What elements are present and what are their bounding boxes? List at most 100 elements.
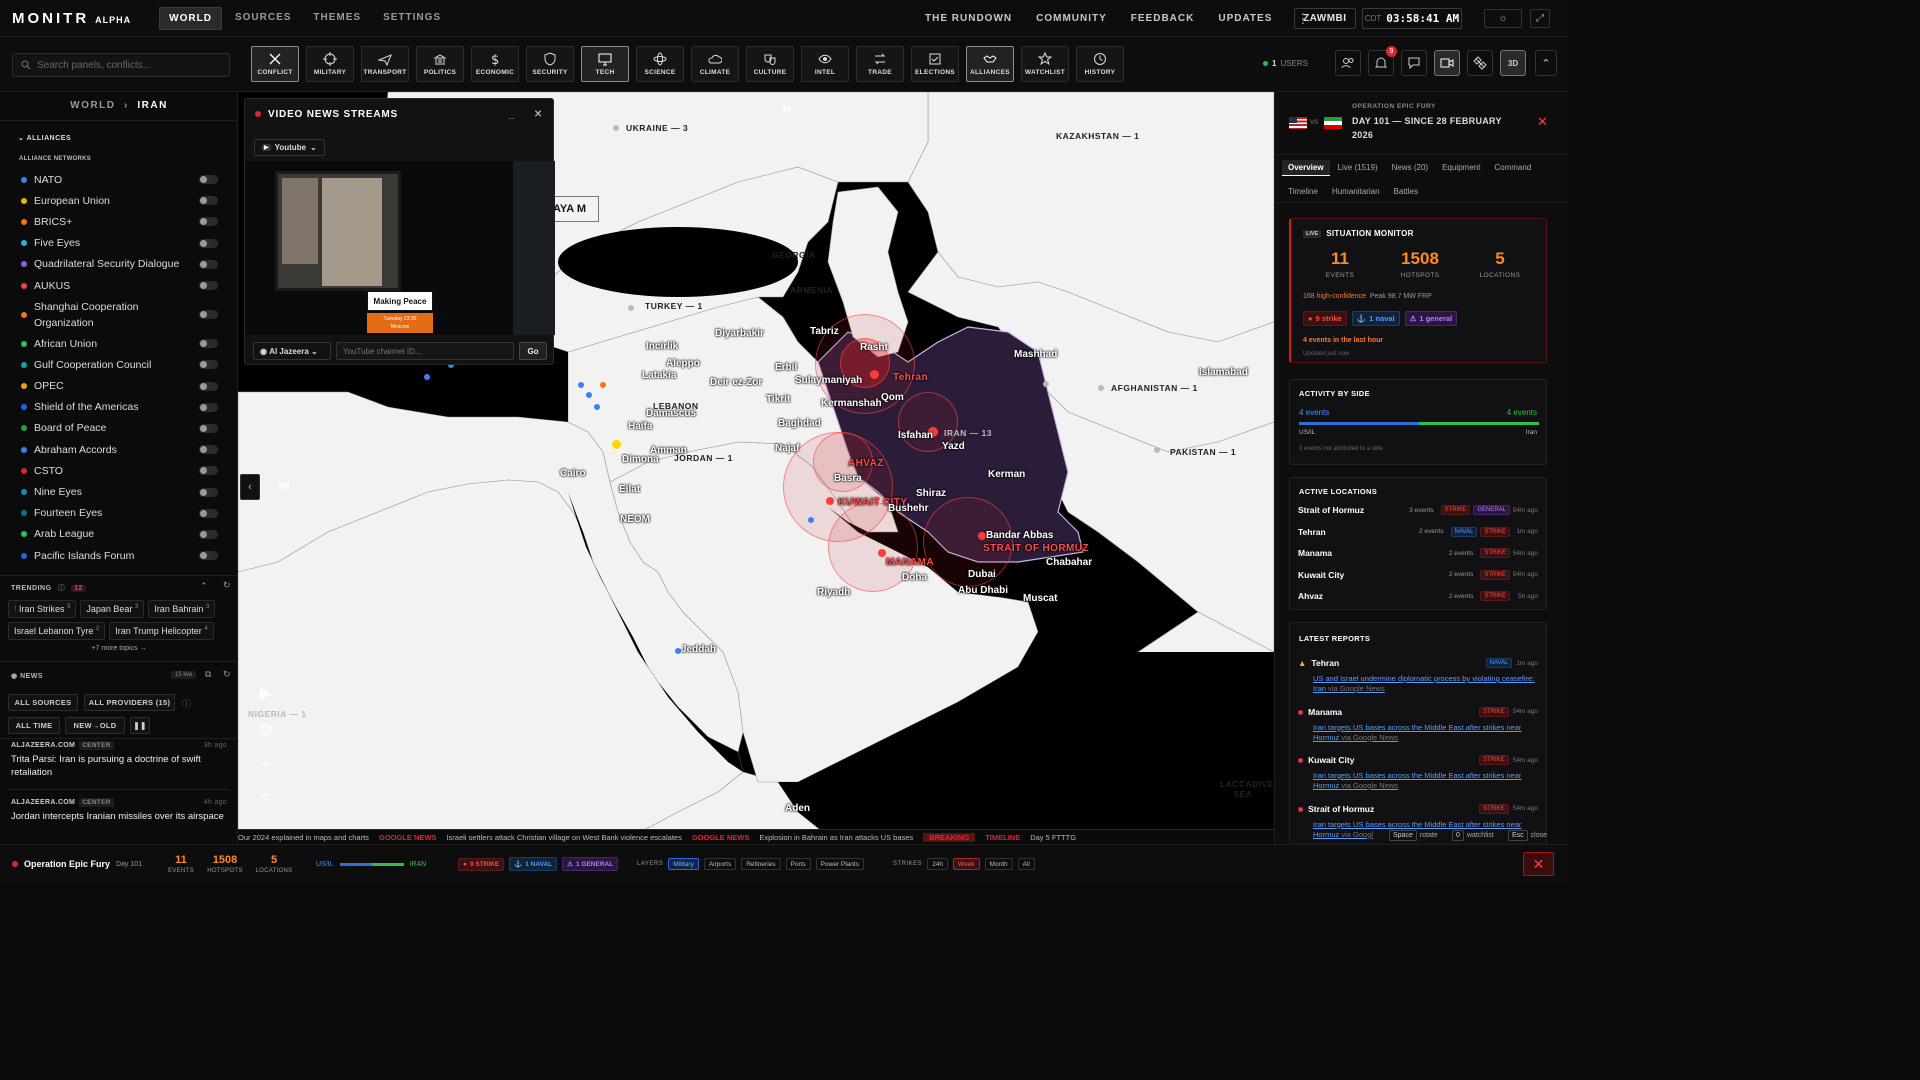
map-label-city[interactable]: Eilat bbox=[619, 484, 640, 495]
alliance-toggle[interactable] bbox=[199, 175, 218, 185]
category-transport-button[interactable]: TRANSPORT bbox=[361, 46, 409, 82]
alliance-item[interactable]: BRICS+ bbox=[0, 211, 237, 232]
strike-range-chip[interactable]: 24h bbox=[927, 858, 949, 870]
layer-chip[interactable]: Refineries bbox=[741, 858, 781, 870]
alliance-toggle[interactable] bbox=[199, 551, 218, 561]
alliance-item[interactable]: NATO bbox=[0, 169, 237, 190]
country-marker[interactable] bbox=[1043, 381, 1049, 387]
map-label-city[interactable]: Abu Dhabi bbox=[958, 585, 1008, 596]
strike-tag[interactable]: ● 9 STRIKE bbox=[458, 857, 505, 871]
alliance-item[interactable]: Fourteen Eyes bbox=[0, 503, 237, 524]
category-culture-button[interactable]: CULTURE bbox=[746, 46, 794, 82]
map-label-country[interactable]: AFGHANISTAN — 1 bbox=[1111, 383, 1198, 393]
category-economic-button[interactable]: $ ECONOMIC bbox=[471, 46, 519, 82]
globe-button[interactable]: ◍ bbox=[248, 716, 284, 742]
notifications-button[interactable]: 9 bbox=[1368, 46, 1397, 76]
alliance-toggle[interactable] bbox=[199, 196, 218, 206]
category-science-button[interactable]: SCIENCE bbox=[636, 46, 684, 82]
alliance-item[interactable]: OPEC bbox=[0, 376, 237, 397]
strike-tag[interactable]: ● 9 strike bbox=[1303, 311, 1347, 326]
search-input[interactable] bbox=[37, 59, 217, 71]
alliance-marker[interactable] bbox=[594, 404, 600, 410]
category-tech-button[interactable]: TECH bbox=[581, 46, 629, 82]
report-link[interactable]: Iran targets US bases across the Middle … bbox=[1313, 723, 1538, 743]
info-icon[interactable]: ⓘ bbox=[58, 583, 66, 593]
operation-tab[interactable]: Equipment bbox=[1436, 160, 1486, 176]
alliance-item[interactable]: Pacific Islands Forum bbox=[0, 545, 237, 566]
report-link[interactable]: Iran targets US bases across the Middle … bbox=[1313, 771, 1538, 791]
alliance-toggle[interactable] bbox=[199, 310, 218, 320]
search-box[interactable] bbox=[12, 53, 230, 77]
alliance-item[interactable]: Quadrilateral Security Dialogue bbox=[0, 254, 237, 275]
map-label-city[interactable]: Haifa bbox=[628, 421, 652, 432]
category-alliances-button[interactable]: ALLIANCES bbox=[966, 46, 1014, 82]
report-item[interactable]: ■ Kuwait City STRIKE 54m ago Iran targets US… bbox=[1298, 755, 1538, 791]
sort-new-to-old[interactable]: NEW→OLD bbox=[65, 717, 125, 734]
alliance-item[interactable]: Five Eyes bbox=[0, 233, 237, 254]
country-marker[interactable] bbox=[613, 125, 619, 131]
alliance-toggle[interactable] bbox=[199, 423, 218, 433]
provider-select[interactable]: ▶ Youtube ⌄ bbox=[254, 139, 325, 156]
operation-tab[interactable]: Battles bbox=[1388, 184, 1424, 199]
video-button[interactable] bbox=[1434, 50, 1460, 76]
alliances-section-header[interactable]: ⌄ ALLIANCES bbox=[18, 134, 71, 142]
country-marker[interactable] bbox=[1098, 385, 1104, 391]
filter-all-providers[interactable]: ALL PROVIDERS (15) bbox=[84, 694, 175, 711]
map-label-city[interactable]: Incirlik bbox=[646, 341, 678, 352]
app-logo[interactable]: MONITR ALPHA bbox=[12, 10, 131, 27]
map-label-city[interactable]: Shiraz bbox=[916, 488, 946, 499]
location-row[interactable]: Strait of Hormuz 3 events STRIKE GENERAL 54m… bbox=[1298, 503, 1538, 517]
country-marker[interactable] bbox=[1154, 447, 1160, 453]
map-label-city[interactable]: Latakia bbox=[642, 370, 676, 381]
location-row[interactable]: Kuwait City 2 events STRIKE 54m ago bbox=[1298, 568, 1538, 582]
alliance-toggle[interactable] bbox=[199, 508, 218, 518]
map-label-country[interactable]: TURKEY — 1 bbox=[645, 301, 703, 311]
map-label-city[interactable]: Muscat bbox=[1023, 593, 1057, 604]
ticker-text[interactable]: Explosion in Bahrain as Iran attacks US … bbox=[759, 833, 913, 842]
pause-button[interactable]: ❚❚ bbox=[130, 717, 150, 734]
map-label-city[interactable]: Diyarbakir bbox=[715, 328, 764, 339]
alliance-item[interactable]: Board of Peace bbox=[0, 418, 237, 439]
collapse-toolbar-button[interactable]: ⌃ bbox=[1535, 50, 1557, 76]
map-label-city[interactable]: Bushehr bbox=[888, 503, 929, 514]
fullscreen-icon[interactable]: ⤢ bbox=[1530, 9, 1550, 28]
close-icon[interactable]: ✕ bbox=[1537, 114, 1548, 130]
alliance-item[interactable]: Shanghai Cooperation Organization bbox=[0, 296, 237, 333]
trending-chip[interactable]: Iran Bahrain 3 bbox=[148, 600, 216, 618]
alliance-toggle[interactable] bbox=[199, 217, 218, 227]
trending-chip[interactable]: Japan Bear 3 bbox=[80, 600, 145, 618]
strike-marker[interactable] bbox=[878, 549, 886, 557]
location-row[interactable]: Ahvaz 2 events STRIKE 5h ago bbox=[1298, 589, 1538, 603]
map-label-city[interactable]: Rasht bbox=[860, 342, 888, 353]
operation-tab[interactable]: Overview bbox=[1282, 160, 1330, 176]
operation-tab[interactable]: Humanitarian bbox=[1326, 184, 1386, 199]
map-label-country[interactable]: JORDAN — 1 bbox=[674, 453, 733, 463]
alliance-item[interactable]: CSTO bbox=[0, 460, 237, 481]
filter-all-sources[interactable]: ALL SOURCES bbox=[8, 694, 78, 711]
alliance-marker[interactable] bbox=[600, 382, 606, 388]
alliance-toggle[interactable] bbox=[199, 281, 218, 291]
video-player[interactable]: Making Peace Tuesday 23:30 Moscow bbox=[245, 161, 555, 335]
alliance-toggle[interactable] bbox=[199, 259, 218, 269]
strike-marker[interactable] bbox=[978, 532, 986, 540]
category-intel-button[interactable]: INTEL bbox=[801, 46, 849, 82]
bottom-operation[interactable]: Operation Epic Fury Day 101 bbox=[12, 845, 142, 882]
chevron-up-icon[interactable]: ⌃ bbox=[200, 581, 208, 592]
trending-chip[interactable]: Israel Lebanon Tyre 2 bbox=[8, 622, 106, 640]
operation-tab[interactable]: News (20) bbox=[1386, 160, 1434, 176]
country-marker[interactable] bbox=[628, 305, 634, 311]
map-label-country[interactable]: KAZAKHSTAN — 1 bbox=[1056, 131, 1139, 141]
alliance-marker[interactable] bbox=[424, 374, 430, 380]
alliance-item[interactable]: Abraham Accords bbox=[0, 439, 237, 460]
map-label-city[interactable]: Jeddah bbox=[681, 644, 716, 655]
map-label-city[interactable]: Qom bbox=[881, 392, 904, 403]
nav-tab-settings[interactable]: SETTINGS bbox=[374, 7, 450, 30]
alliance-toggle[interactable] bbox=[199, 466, 218, 476]
map-label-city[interactable]: Kermanshah bbox=[821, 398, 882, 409]
alliance-marker[interactable] bbox=[808, 517, 814, 523]
more-topics-link[interactable]: +7 more topics → bbox=[0, 645, 237, 652]
layer-chip[interactable]: Power Plants bbox=[815, 858, 864, 870]
ticker-text[interactable]: Day 5 FTTTG bbox=[1030, 833, 1076, 842]
theme-toggle[interactable]: ☼ bbox=[1484, 9, 1522, 28]
strike-marker[interactable] bbox=[870, 370, 879, 379]
